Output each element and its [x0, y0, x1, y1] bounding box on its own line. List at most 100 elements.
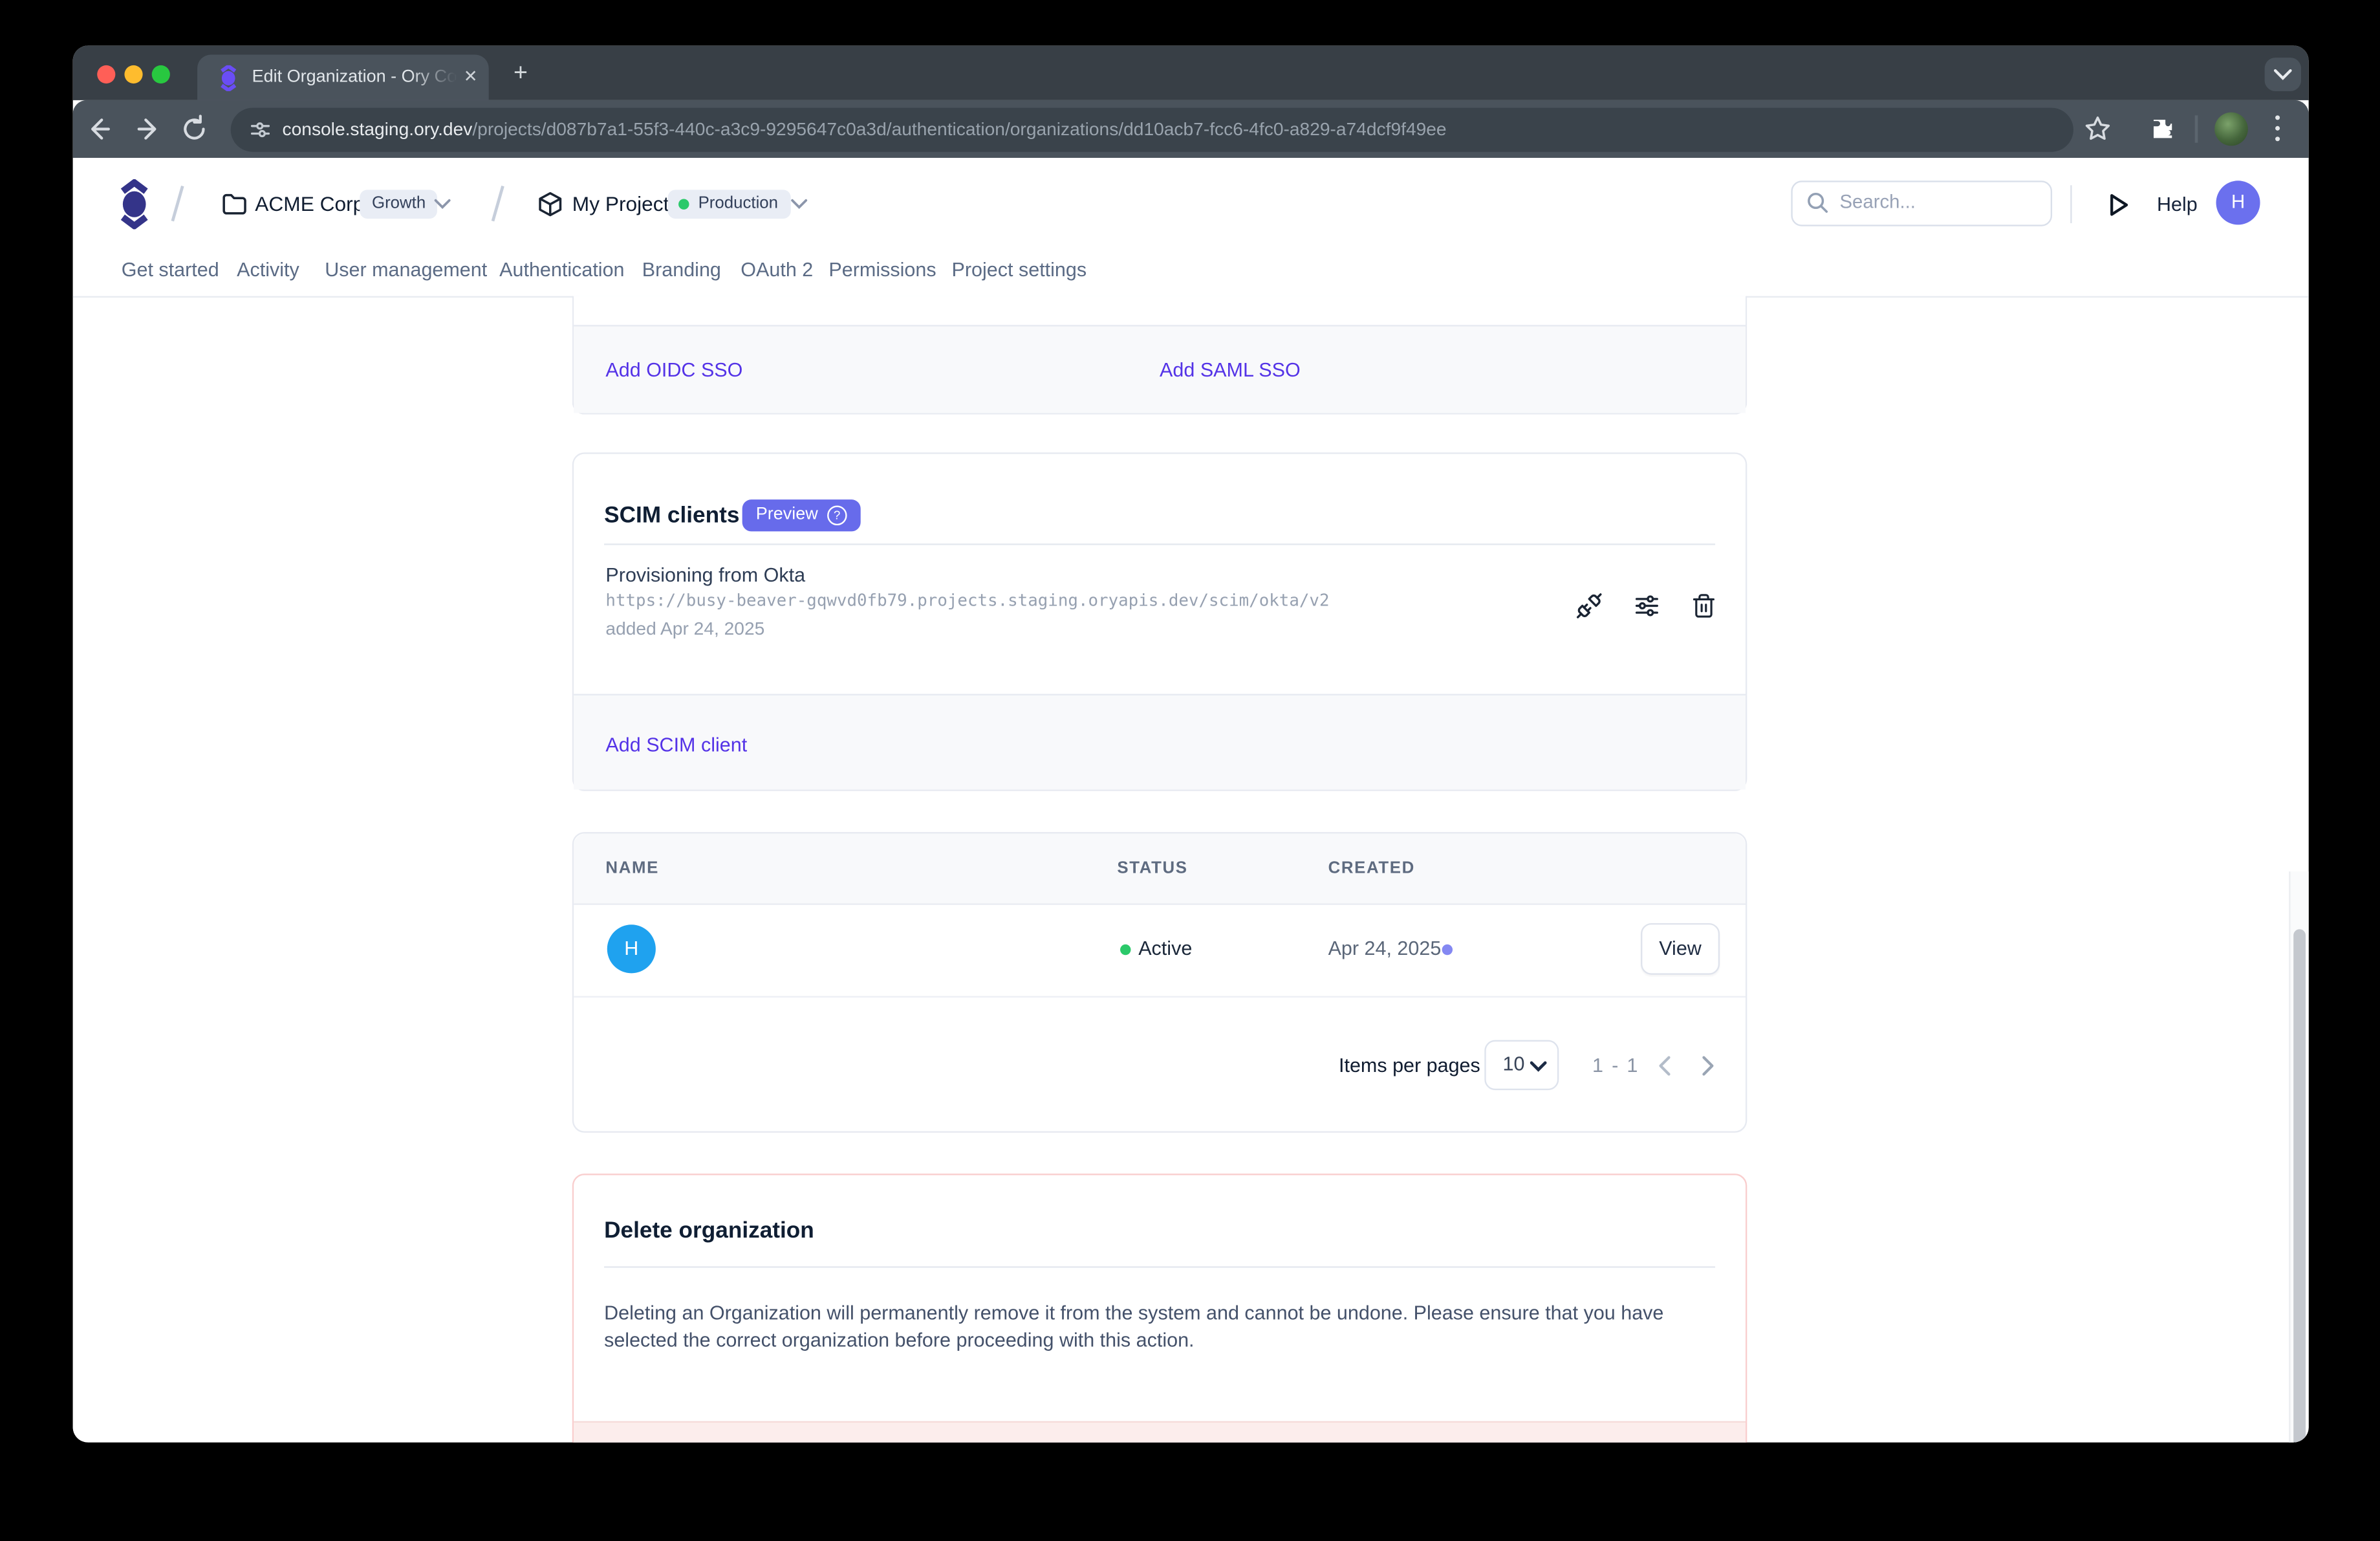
scim-card-footer: Add SCIM client	[574, 694, 1746, 790]
status-text: Active	[1138, 937, 1192, 959]
nav-oauth2[interactable]: OAuth 2	[741, 250, 813, 296]
url-bar[interactable]: console.staging.ory.dev/projects/d087b7a…	[231, 108, 2073, 152]
screen: Edit Organization - Ory Conso ✕ +	[0, 0, 2380, 1541]
scim-divider	[604, 543, 1715, 545]
environment-badge: Production	[668, 190, 790, 219]
window-close-button[interactable]	[97, 65, 115, 83]
previous-page-icon[interactable]	[1658, 1055, 1671, 1077]
tab-title-fade	[410, 56, 455, 99]
tab-search-button[interactable]	[2265, 58, 2301, 91]
window-zoom-button[interactable]	[152, 65, 170, 83]
delete-organization-card: Delete organization Deleting an Organiza…	[572, 1174, 1747, 1442]
search-input[interactable]: Search...	[1791, 180, 2052, 226]
search-icon	[1806, 191, 1829, 214]
console-page: ACME Corp Growth My Project Production	[73, 158, 2309, 1443]
help-link[interactable]: Help	[2157, 158, 2198, 250]
tab-favicon-ory-icon	[219, 65, 239, 91]
browser-toolbar: console.staging.ory.dev/projects/d087b7a…	[73, 100, 2309, 158]
url-text: console.staging.ory.dev/projects/d087b7a…	[283, 108, 2055, 152]
status-dot	[1120, 945, 1130, 955]
url-host: console.staging.ory.dev	[283, 118, 473, 140]
window-minimize-button[interactable]	[124, 65, 142, 83]
view-button[interactable]: View	[1641, 923, 1720, 975]
column-name: NAME	[605, 833, 659, 903]
browser-profile-avatar[interactable]	[2214, 113, 2248, 146]
nav-user-management[interactable]: User management	[325, 250, 487, 296]
extensions-puzzle-icon[interactable]	[2148, 114, 2178, 144]
browser-window: Edit Organization - Ory Conso ✕ +	[73, 45, 2309, 1442]
created-date: Apr 24, 2025	[1328, 937, 1442, 959]
table-row[interactable]: H Active Apr 24, 2025 View	[574, 903, 1746, 996]
nav-activity[interactable]: Activity	[237, 250, 299, 296]
sso-card: Add OIDC SSO Add SAML SSO	[572, 296, 1747, 415]
project-chevron-down-icon[interactable]	[791, 199, 808, 209]
column-status: STATUS	[1117, 833, 1187, 903]
toolbar-divider	[2195, 115, 2198, 142]
page-scrollbar[interactable]	[2289, 871, 2309, 1442]
scrollbar-thumb[interactable]	[2293, 929, 2305, 1442]
tab-close-icon[interactable]: ✕	[459, 65, 483, 90]
page-size-select[interactable]: 10	[1484, 1040, 1559, 1090]
breadcrumb-project[interactable]: My Project	[572, 158, 669, 250]
table-header: NAME STATUS CREATED	[574, 833, 1746, 904]
nav-project-settings[interactable]: Project settings	[952, 250, 1087, 296]
breadcrumb-workspace[interactable]: ACME Corp	[255, 158, 364, 250]
project-package-icon	[537, 191, 563, 217]
nav-authentication[interactable]: Authentication	[499, 250, 624, 296]
page-range: 1 - 1	[1592, 996, 1639, 1135]
delete-trash-icon[interactable]	[1682, 585, 1724, 628]
nav-permissions[interactable]: Permissions	[828, 250, 936, 296]
scim-card: SCIM clients Preview? Provisioning from …	[572, 452, 1747, 791]
run-play-icon[interactable]	[2105, 191, 2131, 219]
delete-description: Deleting an Organization will permanentl…	[604, 1300, 1688, 1353]
workspace-folder-icon	[222, 193, 248, 215]
preview-badge: Preview?	[742, 499, 861, 531]
organizations-table-card: NAME STATUS CREATED H Active Apr 24, 202…	[572, 832, 1747, 1133]
back-button[interactable]	[83, 113, 117, 146]
new-tab-button[interactable]: +	[504, 58, 537, 91]
delete-divider	[604, 1266, 1715, 1267]
created-dot	[1442, 945, 1453, 955]
delete-card-footer: This action cannot be undone. Delete org…	[574, 1421, 1746, 1443]
workspace-chevron-down-icon[interactable]	[434, 199, 451, 209]
site-settings-icon[interactable]	[249, 118, 272, 141]
app-header: ACME Corp Growth My Project Production	[73, 158, 2309, 250]
forward-button[interactable]	[131, 113, 164, 146]
pagination: Items per pages 10 1 - 1	[574, 996, 1746, 1133]
user-avatar[interactable]: H	[2216, 180, 2260, 224]
breadcrumb-separator	[492, 186, 504, 221]
select-chevron-down-icon	[1530, 1062, 1547, 1072]
next-page-icon[interactable]	[1702, 1055, 1715, 1077]
nav-branding[interactable]: Branding	[642, 250, 721, 296]
scim-client-added: added Apr 24, 2025	[605, 618, 764, 639]
breadcrumb-separator	[171, 186, 184, 221]
add-oidc-sso-link[interactable]: Add OIDC SSO	[605, 358, 742, 381]
tab-strip: Edit Organization - Ory Conso ✕ +	[73, 45, 2309, 100]
scim-card-title: SCIM clients	[604, 503, 739, 529]
organization-avatar: H	[607, 924, 656, 973]
project-nav: Get started Activity User management Aut…	[73, 250, 2309, 298]
search-placeholder: Search...	[1839, 182, 1915, 225]
bookmark-star-icon[interactable]	[2082, 114, 2113, 144]
add-scim-client-link[interactable]: Add SCIM client	[605, 734, 747, 756]
scim-client-url: https://busy-beaver-gqwvd0fb79.projects.…	[605, 591, 1329, 611]
workspace-plan-badge: Growth	[360, 190, 438, 219]
items-per-page-label: Items per pages	[1339, 996, 1480, 1135]
column-created: CREATED	[1328, 833, 1415, 903]
reload-button[interactable]	[178, 113, 211, 146]
configure-sliders-icon[interactable]	[1626, 585, 1669, 628]
ory-logo-icon[interactable]	[120, 179, 149, 229]
scim-client-name: Provisioning from Okta	[605, 563, 805, 586]
delete-card-title: Delete organization	[604, 1218, 814, 1243]
sso-card-footer: Add OIDC SSO Add SAML SSO	[574, 325, 1746, 413]
test-connection-button[interactable]	[1568, 585, 1610, 628]
nav-get-started[interactable]: Get started	[122, 250, 219, 296]
preview-help-icon[interactable]: ?	[827, 506, 847, 526]
header-divider	[2070, 185, 2072, 223]
browser-menu-icon[interactable]	[2267, 113, 2289, 146]
add-saml-sso-link[interactable]: Add SAML SSO	[1160, 358, 1301, 381]
url-path: /projects/d087b7a1-55f3-440c-a3c9-929564…	[472, 118, 1446, 140]
page-size-value: 10	[1502, 1052, 1524, 1075]
environment-status-dot	[678, 199, 689, 209]
browser-tab[interactable]: Edit Organization - Ory Conso ✕	[197, 54, 489, 100]
